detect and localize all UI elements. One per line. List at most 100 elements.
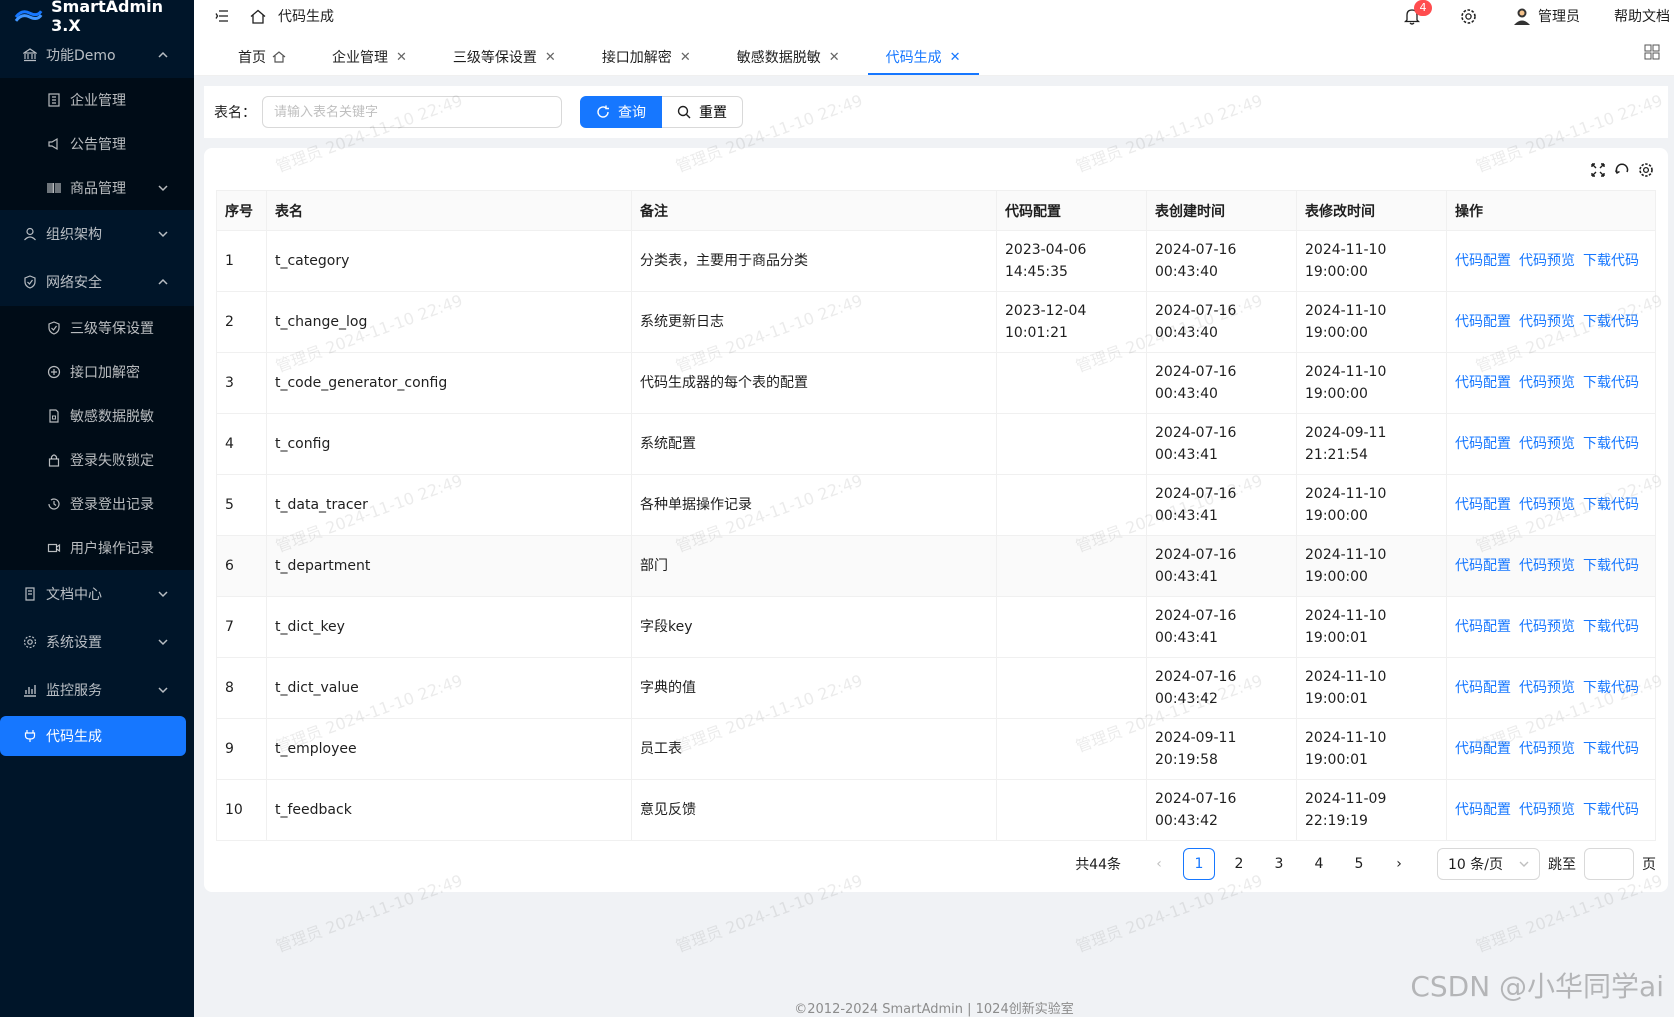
chevron-down-icon (158, 231, 168, 238)
download-code-link[interactable]: 下载代码 (1583, 802, 1639, 818)
sidebar-item-goods[interactable]: 商品管理 (0, 166, 194, 210)
sidebar-item-label: 公告管理 (70, 137, 126, 153)
tab-api-encrypt[interactable]: 接口加解密 ✕ (584, 39, 709, 75)
download-code-link[interactable]: 下载代码 (1583, 375, 1639, 391)
sidebar-group-organization[interactable]: 组织架构 (0, 210, 194, 258)
tab-code-generator[interactable]: 代码生成 ✕ (867, 39, 979, 75)
page-4[interactable]: 4 (1303, 848, 1335, 880)
sidebar-item-label: 敏感数据脱敏 (70, 409, 154, 425)
refresh-icon[interactable] (1614, 162, 1630, 178)
code-config-link[interactable]: 代码配置 (1455, 802, 1511, 818)
download-code-link[interactable]: 下载代码 (1583, 741, 1639, 757)
code-preview-link[interactable]: 代码预览 (1519, 253, 1575, 269)
sidebar-item-operate-log[interactable]: 用户操作记录 (0, 526, 194, 570)
close-icon[interactable]: ✕ (680, 50, 691, 65)
sidebar-item-notice[interactable]: 公告管理 (0, 122, 194, 166)
help-docs-link[interactable]: 帮助文档 (1614, 6, 1670, 26)
download-code-link[interactable]: 下载代码 (1583, 253, 1639, 269)
code-preview-link[interactable]: 代码预览 (1519, 619, 1575, 635)
next-page-button[interactable]: › (1383, 848, 1415, 880)
prev-page-button[interactable]: ‹ (1143, 848, 1175, 880)
tab-enterprise[interactable]: 企业管理 ✕ (314, 39, 425, 75)
sidebar-item-data-masking[interactable]: 敏感数据脱敏 (0, 394, 194, 438)
download-code-link[interactable]: 下载代码 (1583, 497, 1639, 513)
cell-actions: 代码配置 代码预览 下载代码 (1446, 474, 1656, 536)
jump-page-input[interactable] (1584, 848, 1634, 880)
cell-modify-time: 2024-09-11 21:21:54 (1296, 413, 1447, 475)
tab-data-masking[interactable]: 敏感数据脱敏 ✕ (719, 39, 858, 75)
code-config-link[interactable]: 代码配置 (1455, 253, 1511, 269)
sidebar-item-api-encrypt[interactable]: 接口加解密 (0, 350, 194, 394)
close-icon[interactable]: ✕ (950, 50, 961, 65)
table-row: 6 t_department 部门 2024-07-16 00:43:41 2024-11… (216, 535, 1656, 597)
smartadmin-logo-icon (14, 10, 43, 22)
sidebar-group-system-settings[interactable]: 系统设置 (0, 618, 194, 666)
code-preview-link[interactable]: 代码预览 (1519, 497, 1575, 513)
sidebar-item-login-lock[interactable]: 登录失败锁定 (0, 438, 194, 482)
settings-button[interactable] (1450, 0, 1486, 32)
code-preview-link[interactable]: 代码预览 (1519, 375, 1575, 391)
sidebar-group-network-security[interactable]: 网络安全 (0, 258, 194, 306)
close-icon[interactable]: ✕ (545, 50, 556, 65)
code-preview-link[interactable]: 代码预览 (1519, 314, 1575, 330)
code-config-link[interactable]: 代码配置 (1455, 375, 1511, 391)
cell-remark: 部门 (631, 535, 997, 597)
cell-create-time: 2024-07-16 00:43:42 (1146, 657, 1297, 719)
tab-grid-icon[interactable] (1644, 44, 1660, 60)
page-2[interactable]: 2 (1223, 848, 1255, 880)
cell-create-time: 2024-09-11 20:19:58 (1146, 718, 1297, 780)
code-preview-link[interactable]: 代码预览 (1519, 680, 1575, 696)
close-icon[interactable]: ✕ (396, 50, 407, 65)
tab-level3-security[interactable]: 三级等保设置 ✕ (435, 39, 574, 75)
download-code-link[interactable]: 下载代码 (1583, 558, 1639, 574)
cell-date: 2024-11-10 (1305, 242, 1387, 258)
fullscreen-icon[interactable] (1590, 162, 1606, 178)
home-icon[interactable] (240, 0, 276, 32)
tab-home[interactable]: 首页 (220, 39, 304, 75)
sidebar-group-function-demo[interactable]: 功能Demo (0, 32, 194, 78)
page-3[interactable]: 3 (1263, 848, 1295, 880)
bank-icon (22, 47, 38, 63)
code-config-link[interactable]: 代码配置 (1455, 619, 1511, 635)
code-config-link[interactable]: 代码配置 (1455, 680, 1511, 696)
code-config-link[interactable]: 代码配置 (1455, 497, 1511, 513)
code-preview-link[interactable]: 代码预览 (1519, 802, 1575, 818)
sidebar-item-login-log[interactable]: 登录登出记录 (0, 482, 194, 526)
cell-date: 2024-07-16 (1155, 242, 1237, 258)
code-preview-link[interactable]: 代码预览 (1519, 436, 1575, 452)
download-code-link[interactable]: 下载代码 (1583, 680, 1639, 696)
code-preview-link[interactable]: 代码预览 (1519, 741, 1575, 757)
sidebar-item-code-generator[interactable]: 代码生成 (0, 716, 186, 756)
column-header: 表名 (266, 190, 632, 231)
page-size-select[interactable]: 10 条/页 (1437, 848, 1540, 880)
sidebar-group-monitor[interactable]: 监控服务 (0, 666, 194, 714)
sidebar-item-label: 企业管理 (70, 93, 126, 109)
cell-date: 2024-11-10 (1305, 669, 1387, 685)
user-menu[interactable]: 管理员 (1512, 6, 1580, 26)
query-button[interactable]: 查询 (580, 96, 662, 128)
close-icon[interactable]: ✕ (829, 50, 840, 65)
notification-button[interactable]: 4 (1392, 0, 1432, 32)
download-code-link[interactable]: 下载代码 (1583, 436, 1639, 452)
corner-watermark: CSDN @小华同学ai (1410, 970, 1664, 1003)
code-config-link[interactable]: 代码配置 (1455, 314, 1511, 330)
code-config-link[interactable]: 代码配置 (1455, 558, 1511, 574)
sidebar-group-docs[interactable]: 文档中心 (0, 570, 194, 618)
gear-icon[interactable] (1638, 162, 1654, 178)
table-name-input[interactable] (262, 96, 562, 128)
download-code-link[interactable]: 下载代码 (1583, 619, 1639, 635)
cell-remark: 分类表，主要用于商品分类 (631, 230, 997, 292)
page-1[interactable]: 1 (1183, 848, 1216, 880)
sidebar-item-enterprise[interactable]: 企业管理 (0, 78, 194, 122)
app-logo[interactable]: SmartAdmin 3.X (0, 0, 194, 35)
code-config-link[interactable]: 代码配置 (1455, 436, 1511, 452)
cell-date: 2024-07-16 (1155, 791, 1237, 807)
sidebar-item-level3-security[interactable]: 三级等保设置 (0, 306, 194, 350)
menu-fold-icon[interactable] (204, 0, 240, 32)
reset-button[interactable]: 重置 (662, 96, 743, 128)
code-preview-link[interactable]: 代码预览 (1519, 558, 1575, 574)
chart-icon (22, 682, 38, 698)
code-config-link[interactable]: 代码配置 (1455, 741, 1511, 757)
page-5[interactable]: 5 (1343, 848, 1375, 880)
download-code-link[interactable]: 下载代码 (1583, 314, 1639, 330)
